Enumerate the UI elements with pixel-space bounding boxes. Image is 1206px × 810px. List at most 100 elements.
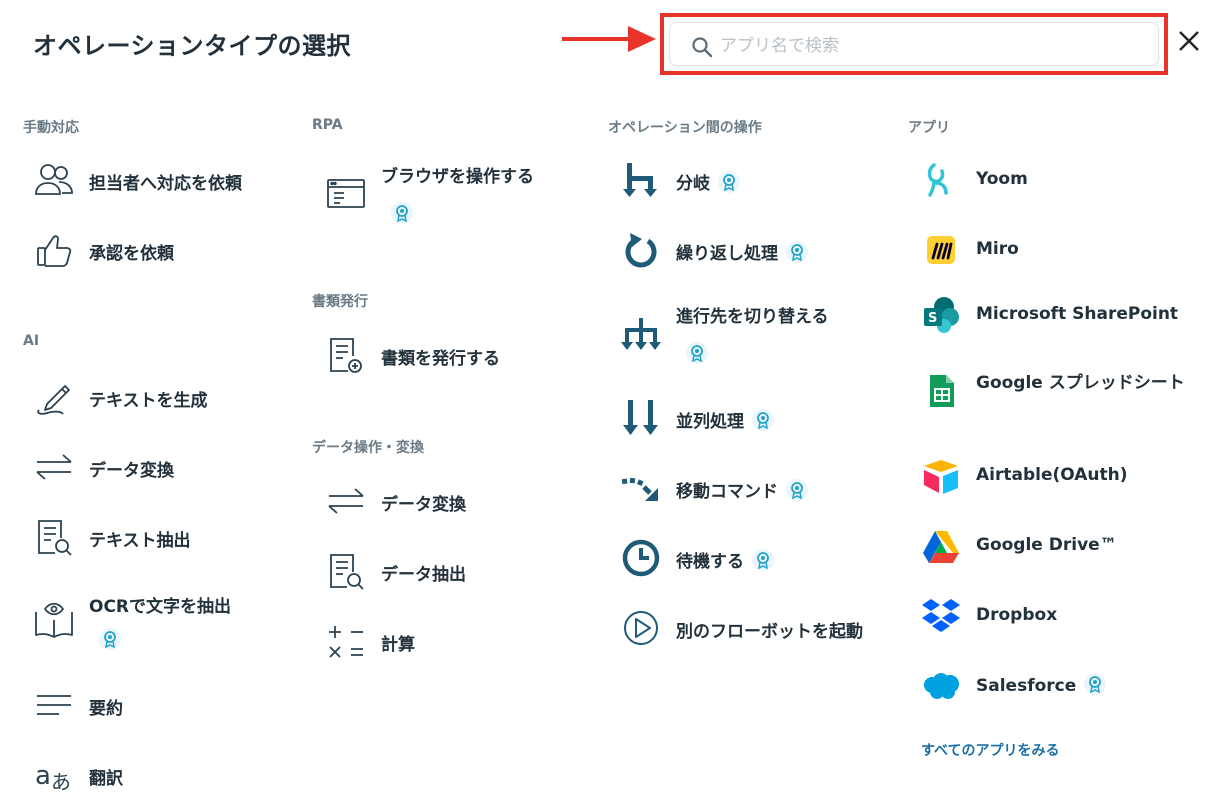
play-icon [620, 607, 662, 649]
op-item-label: 分岐 [676, 169, 740, 195]
app-item-dropbox[interactable]: Dropbox [920, 591, 1190, 641]
op-item-label: データ抽出 [381, 565, 466, 585]
section-label-ai: AI [23, 333, 40, 349]
premium-badge-icon [99, 628, 121, 650]
browser-icon [325, 172, 367, 214]
switch-route-icon [620, 314, 662, 356]
op-item-label: データ変換 [89, 461, 174, 481]
op-item-label: 移動コマンド [676, 477, 808, 503]
search-input[interactable] [720, 29, 1140, 63]
op-item-label: Google スプレッドシート [976, 373, 1185, 393]
arrow-icon [562, 26, 656, 52]
op-item-switch-route[interactable]: 進行先を切り替える [620, 300, 880, 370]
op-item-loop[interactable]: 繰り返し処理 [620, 225, 880, 275]
app-item-sharepoint[interactable]: S Microsoft SharePoint [920, 290, 1190, 340]
app-item-google-sheets[interactable]: Google スプレッドシート [920, 366, 1190, 426]
premium-badge-icon [718, 171, 740, 193]
op-item-label: Dropbox [976, 605, 1058, 625]
thumbs-up-icon [33, 229, 75, 271]
pen-icon [33, 376, 75, 418]
parallel-icon [620, 397, 662, 439]
op-item-branch[interactable]: 分岐 [620, 155, 880, 205]
op-item-extract-text[interactable]: テキスト抽出 [33, 512, 293, 562]
close-icon[interactable] [1176, 28, 1202, 54]
search-icon [692, 37, 713, 58]
document-add-icon [325, 334, 367, 376]
op-item-request-assignee[interactable]: 担当者へ対応を依頼 [33, 155, 293, 205]
premium-badge-icon [752, 549, 774, 571]
op-item-data-convert-ai[interactable]: データ変換 [33, 442, 293, 492]
document-search-icon [33, 516, 75, 558]
app-item-yoom[interactable]: Yoom [920, 155, 1190, 205]
op-item-summarize[interactable]: 要約 [33, 680, 293, 730]
op-item-ocr[interactable]: OCRで文字を抽出 [33, 590, 293, 656]
op-item-request-approval[interactable]: 承認を依頼 [33, 225, 293, 275]
svg-text:S: S [928, 311, 937, 326]
op-item-generate-text[interactable]: テキストを生成 [33, 372, 293, 422]
op-item-data-extract[interactable]: データ抽出 [325, 546, 575, 596]
google-drive-logo-icon [920, 525, 962, 567]
section-label-apps: アプリ [908, 120, 950, 136]
op-item-label: 要約 [89, 699, 123, 719]
app-item-miro[interactable]: Miro [920, 225, 1190, 275]
premium-badge-icon [391, 202, 413, 224]
loop-icon [620, 229, 662, 271]
premium-badge-icon [1084, 673, 1107, 695]
op-item-label: 繰り返し処理 [676, 239, 808, 265]
op-item-calculate[interactable]: 計算 [325, 616, 575, 666]
swap-arrows-icon [325, 480, 367, 522]
op-item-label: Yoom [976, 169, 1028, 189]
op-item-label: Google Drive™ [976, 535, 1117, 555]
op-item-label: データ変換 [381, 495, 466, 515]
users-icon [33, 159, 75, 201]
op-item-label: ブラウザを操作する [381, 167, 534, 187]
section-label-documents: 書類発行 [312, 294, 368, 310]
section-label-data-ops: データ操作・変換 [312, 440, 424, 456]
dropbox-logo-icon [920, 595, 962, 637]
search-highlight [660, 13, 1168, 75]
document-search-icon [325, 550, 367, 592]
app-item-airtable[interactable]: Airtable(OAuth) [920, 451, 1190, 501]
op-item-browser[interactable]: ブラウザを操作する [325, 160, 575, 230]
op-item-data-convert[interactable]: データ変換 [325, 476, 575, 526]
op-item-label: 別のフローボットを起動 [676, 622, 863, 642]
op-item-label: 並列処理 [676, 407, 774, 433]
app-item-google-drive[interactable]: Google Drive™ [920, 521, 1190, 571]
premium-badge-icon [686, 342, 708, 364]
section-label-manual: 手動対応 [23, 120, 79, 136]
clock-icon [620, 537, 662, 579]
op-item-label: 計算 [381, 635, 415, 655]
op-item-label: テキスト抽出 [89, 531, 191, 551]
book-eye-icon [33, 598, 75, 640]
op-item-launch-flowbot[interactable]: 別のフローボットを起動 [620, 603, 880, 653]
op-item-label: テキストを生成 [89, 391, 208, 411]
op-item-label: 進行先を切り替える [676, 307, 829, 327]
page-title: オペレーションタイプの選択 [33, 32, 352, 60]
app-item-salesforce[interactable]: Salesforce [920, 661, 1190, 711]
op-item-label: Microsoft SharePoint [976, 304, 1179, 324]
airtable-logo-icon [920, 455, 962, 497]
op-item-label: OCRで文字を抽出 [89, 597, 232, 617]
sharepoint-logo-icon: S [920, 294, 962, 336]
calculator-icon [325, 620, 367, 662]
op-item-move-command[interactable]: 移動コマンド [620, 463, 880, 513]
see-all-apps-link[interactable]: すべてのアプリをみる [921, 740, 1059, 760]
miro-logo-icon [920, 229, 962, 271]
op-item-translate[interactable]: a あ 翻訳 [33, 750, 293, 800]
lines-icon [33, 684, 75, 726]
salesforce-logo-icon [920, 665, 962, 707]
search-box[interactable] [669, 22, 1159, 66]
op-item-parallel[interactable]: 並列処理 [620, 393, 880, 443]
premium-badge-icon [752, 409, 774, 431]
op-item-label: 承認を依頼 [89, 244, 174, 264]
section-label-rpa: RPA [312, 117, 343, 133]
op-item-wait[interactable]: 待機する [620, 533, 880, 583]
op-item-issue-document[interactable]: 書類を発行する [325, 330, 575, 380]
op-item-label: Airtable(OAuth) [976, 465, 1128, 485]
op-item-label: 書類を発行する [381, 349, 500, 369]
swap-arrows-icon [33, 446, 75, 488]
premium-badge-icon [786, 479, 808, 501]
op-item-label: Miro [976, 239, 1019, 259]
move-command-icon [620, 467, 662, 509]
op-item-label: Salesforce [976, 673, 1107, 697]
